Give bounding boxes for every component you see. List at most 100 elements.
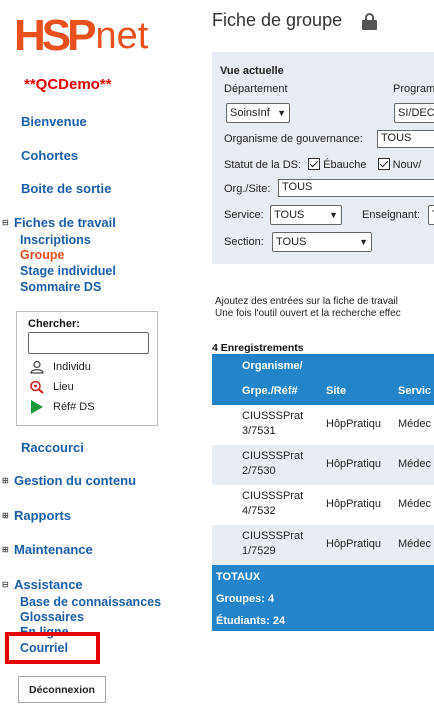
cell-service: Médec [398,418,432,430]
program-select-value: SI/DEC [398,107,434,119]
nav-base-de-connaissances[interactable]: Base de connaissances [20,595,161,610]
nav-group-assistance-label: Assistance [14,577,83,592]
section-select-value: TOUS [276,236,307,248]
service-select[interactable]: TOUS ▼ [270,205,342,225]
cell-org: CIUSSSPrat [242,450,304,462]
table-row[interactable]: CIUSSSPrat 4/7532 HôpPratiqu Médec [212,485,434,525]
dept-select[interactable]: SoinsInf ▼ [226,103,290,123]
table-totals: TOTAUX Groupes: 4 Étudiants: 24 [212,565,434,631]
search-option-ref-ds[interactable]: Réf# DS [29,400,95,414]
chevron-down-icon: ▼ [329,210,338,220]
search-option-label: Individu [53,361,91,373]
nav-groupe[interactable]: Groupe [20,248,64,263]
expand-icon[interactable]: ⊞ [2,511,14,520]
nav-group-maintenance-label: Maintenance [14,542,93,557]
demo-label: **QCDemo** [24,76,112,93]
chevron-down-icon: ▼ [277,108,286,118]
cell-site: HôpPratiqu [326,458,382,470]
program-label: Program [393,83,434,95]
cell-org: CIUSSSPrat [242,410,304,422]
magnifier-location-icon [29,380,45,394]
expand-icon[interactable]: ⊞ [2,545,14,554]
nav-inscriptions[interactable]: Inscriptions [20,233,91,248]
logo-text-net: net [95,15,149,57]
org-gov-label: Organisme de gouvernance: [224,133,363,145]
orgsite-label: Org./Site: [224,183,271,195]
org-gov-field[interactable]: TOUS [377,130,434,148]
nav-group-gestion-label: Gestion du contenu [14,473,137,488]
collapse-icon[interactable]: ⊟ [2,580,14,589]
search-option-label: Réf# DS [53,401,95,413]
table-header: Organisme/ Grpe./Réf# Site Servic [212,354,434,405]
cell-service: Médec [398,498,432,510]
collapse-icon[interactable]: ⊟ [2,218,14,227]
totals-students: Étudiants: 24 [216,615,286,627]
section-label: Section: [224,236,264,248]
table-row[interactable]: CIUSSSPrat 1/7529 HôpPratiqu Médec [212,525,434,565]
hspnet-logo[interactable]: HSP net [14,8,148,58]
lock-icon [362,13,377,30]
nav-glossaires[interactable]: Glossaires [20,610,84,625]
expand-icon[interactable]: ⊞ [2,476,14,485]
cell-ref[interactable]: 4/7532 [242,505,276,517]
dept-select-value: SoinsInf [230,107,270,119]
column-header-service[interactable]: Servic [398,385,431,397]
search-title: Chercher: [28,318,80,330]
cell-org: CIUSSSPrat [242,490,304,502]
nav-group-assistance[interactable]: ⊟ Assistance [2,577,83,592]
nav-sommaire-ds[interactable]: Sommaire DS [20,280,101,295]
table-row[interactable]: CIUSSSPrat 3/7531 HôpPratiqu Médec [212,405,434,445]
ebauche-checkbox[interactable] [308,158,321,170]
dept-label: Département [224,83,288,95]
search-panel: Chercher: Individu Lieu Réf# DS [16,311,158,426]
nouvelle-checkbox[interactable] [377,158,390,170]
cell-service: Médec [398,538,432,550]
panel-heading: Vue actuelle [220,65,284,77]
service-select-value: TOUS [274,209,305,221]
info-line-1: Ajoutez des entrées sur la fiche de trav… [215,296,398,307]
cell-ref[interactable]: 2/7530 [242,465,276,477]
nav-raccourci[interactable]: Raccourci [21,440,84,455]
nav-group-fiches[interactable]: ⊟ Fiches de travail [2,215,116,230]
logout-button[interactable]: Déconnexion [18,676,106,703]
section-select[interactable]: TOUS ▼ [272,232,372,252]
teacher-select[interactable]: T [428,205,434,225]
cell-ref[interactable]: 3/7531 [242,425,276,437]
nav-bienvenue[interactable]: Bienvenue [21,114,87,129]
chevron-down-icon: ▼ [359,237,368,247]
nav-group-rapports-label: Rapports [14,508,72,523]
filter-panel: Vue actuelle Département Program SoinsIn… [212,52,434,264]
table-row[interactable]: CIUSSSPrat 2/7530 HôpPratiqu Médec [212,445,434,485]
nav-group-gestion[interactable]: ⊞ Gestion du contenu [2,473,136,488]
cell-site: HôpPratiqu [326,418,382,430]
cell-site: HôpPratiqu [326,538,382,550]
page-title: Fiche de groupe [212,10,343,30]
play-icon [29,400,45,414]
search-option-individu[interactable]: Individu [29,360,91,374]
nav-boite-de-sortie[interactable]: Boite de sortie [21,181,111,196]
cell-ref[interactable]: 1/7529 [242,545,276,557]
program-select[interactable]: SI/DEC [394,103,434,123]
person-icon [29,360,45,374]
logo-text-hsp: HSP [14,11,97,60]
nav-cohortes[interactable]: Cohortes [21,148,78,163]
column-header-ref[interactable]: Grpe./Réf# [242,385,298,397]
orgsite-field[interactable]: TOUS [278,179,434,197]
teacher-label: Enseignant: [362,209,421,221]
info-line-2: Une fois l'outil ouvert et la recherche … [215,308,401,319]
status-row: Statut de la DS: Ébauche Nouv/ [224,158,421,171]
nav-stage-individuel[interactable]: Stage individuel [20,264,116,279]
highlight-box [5,632,100,664]
status-label: Statut de la DS: [224,159,302,171]
search-option-lieu[interactable]: Lieu [29,380,74,394]
search-input[interactable] [28,332,149,354]
column-header-org[interactable]: Organisme/ [242,360,303,372]
cell-service: Médec [398,458,432,470]
records-count: 4 Enregistrements [212,342,304,354]
nav-group-maintenance[interactable]: ⊞ Maintenance [2,542,93,557]
totals-groups: Groupes: 4 [216,593,275,605]
search-option-label: Lieu [53,381,74,393]
service-label: Service: [224,209,264,221]
nav-group-rapports[interactable]: ⊞ Rapports [2,508,71,523]
column-header-site[interactable]: Site [326,385,346,397]
